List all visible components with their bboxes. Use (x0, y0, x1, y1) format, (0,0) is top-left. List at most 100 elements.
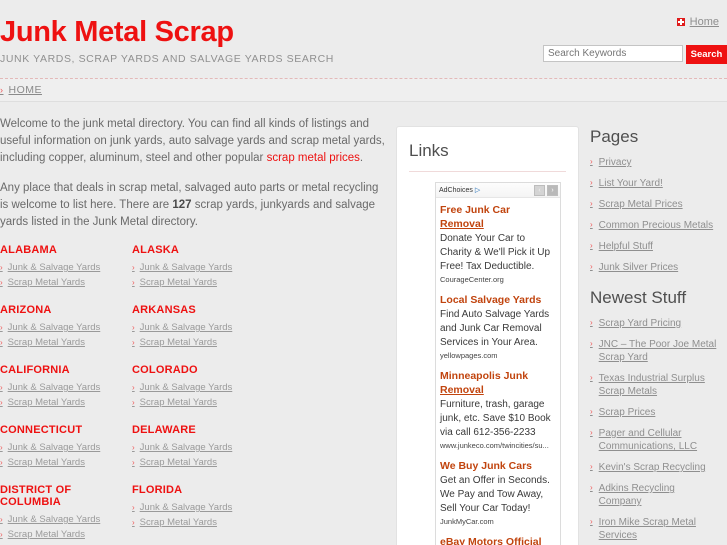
chevron-right-icon: › (590, 318, 593, 327)
intro-paragraph-1: Welcome to the junk metal directory. You… (0, 116, 388, 167)
ad-item[interactable]: eBay Motors Official (436, 530, 560, 545)
chevron-right-icon: › (590, 157, 593, 166)
ad-display-url[interactable]: CourageCenter.org (440, 275, 556, 284)
state-junk-salvage-link[interactable]: › Junk & Salvage Yards (0, 322, 132, 333)
adchoices-label[interactable]: AdChoices ▷ (439, 186, 480, 195)
ad-headline[interactable]: Free Junk Car Removal (440, 203, 556, 231)
chevron-right-icon: › (132, 502, 135, 512)
ad-item[interactable]: Local Salvage Yards Find Auto Salvage Yar… (436, 288, 560, 364)
adchoices-text: AdChoices (439, 186, 473, 194)
ad-headline[interactable]: We Buy Junk Cars (440, 459, 556, 473)
state-link-label: Junk & Salvage Yards (7, 514, 101, 525)
state-block: ARKANSAS › Junk & Salvage Yards › Scrap Meta… (132, 304, 264, 352)
sidebar-newest-link-label: Adkins Recycling Company (598, 483, 675, 507)
chevron-right-icon: › (590, 339, 593, 348)
ad-headline[interactable]: eBay Motors Official (440, 535, 556, 545)
sidebar-page-link[interactable]: › List Your Yard! (590, 177, 718, 190)
sidebar-newest-link[interactable]: › Iron Mike Scrap Metal Services (590, 516, 718, 542)
sidebar-newest-link[interactable]: › JNC – The Poor Joe Metal Scrap Yard (590, 338, 718, 364)
chevron-right-icon: › (132, 457, 135, 467)
chevron-right-icon: › (132, 442, 135, 452)
ad-item[interactable]: We Buy Junk Cars Get an Offer in Seconds.… (436, 454, 560, 530)
state-link-label: Scrap Metal Yards (139, 397, 217, 408)
body-columns: Welcome to the junk metal directory. You… (0, 102, 727, 545)
state-scrap-metal-link[interactable]: › Scrap Metal Yards (132, 337, 264, 348)
state-junk-salvage-link[interactable]: › Junk & Salvage Yards (0, 442, 132, 453)
ad-display-url[interactable]: www.junkeco.com/twincities/su... (440, 441, 556, 450)
ad-item[interactable]: Minneapolis Junk Removal Furniture, trash,… (436, 364, 560, 454)
ad-description: Furniture, trash, garage junk, etc. Save… (440, 399, 551, 438)
listing-count: 127 (172, 199, 192, 211)
sidebar-newest-link[interactable]: › Adkins Recycling Company (590, 482, 718, 508)
state-block: COLORADO › Junk & Salvage Yards › Scrap Meta… (132, 364, 264, 412)
chevron-right-icon: › (132, 337, 135, 347)
ad-headline-line1: Free Junk Car (440, 204, 511, 216)
chevron-right-icon: › (132, 382, 135, 392)
state-name: COLORADO (132, 364, 198, 376)
state-scrap-metal-link[interactable]: › Scrap Metal Yards (0, 529, 132, 540)
state-junk-salvage-link[interactable]: › Junk & Salvage Yards (0, 262, 132, 273)
ad-item[interactable]: Free Junk Car Removal Donate Your Car to C… (436, 198, 560, 288)
state-junk-salvage-link[interactable]: › Junk & Salvage Yards (132, 442, 264, 453)
state-block: ALASKA › Junk & Salvage Yards › Scrap Metal … (132, 244, 264, 292)
sidebar-newest-link[interactable]: › Kevin's Scrap Recycling (590, 461, 718, 474)
page-root: Home Junk Metal Scrap JUNK YARDS, SCRAP … (0, 0, 727, 545)
search-input[interactable] (543, 45, 683, 62)
newest-list: › Scrap Yard Pricing › JNC – The Poor Joe M… (590, 317, 718, 545)
sidebar-page-link[interactable]: › Helpful Stuff (590, 240, 718, 253)
sidebar-newest-link[interactable]: › Pager and Cellular Communications, LLC (590, 427, 718, 453)
state-scrap-metal-link[interactable]: › Scrap Metal Yards (0, 277, 132, 288)
ad-headline-line1: We Buy Junk Cars (440, 460, 533, 472)
state-name: DISTRICT OF COLUMBIA (0, 484, 72, 508)
sidebar-newest-link[interactable]: › Scrap Yard Pricing (590, 317, 718, 330)
sidebar-page-link[interactable]: › Scrap Metal Prices (590, 198, 718, 211)
chevron-right-icon: › (132, 277, 135, 287)
top-home-link[interactable]: Home (676, 16, 719, 28)
state-junk-salvage-link[interactable]: › Junk & Salvage Yards (132, 502, 264, 513)
intro-paragraph-2: Any place that deals in scrap metal, sal… (0, 180, 388, 231)
state-scrap-metal-link[interactable]: › Scrap Metal Yards (0, 397, 132, 408)
chevron-right-icon: › (132, 397, 135, 407)
state-junk-salvage-link[interactable]: › Junk & Salvage Yards (132, 382, 264, 393)
scrap-metal-prices-link[interactable]: scrap metal prices (267, 152, 360, 164)
state-scrap-metal-link[interactable]: › Scrap Metal Yards (132, 397, 264, 408)
ad-headline-line2: Removal (440, 218, 484, 230)
chevron-right-icon: › (0, 85, 4, 95)
ad-headline[interactable]: Local Salvage Yards (440, 293, 556, 307)
nav-item-home[interactable]: › HOME (0, 84, 42, 96)
sidebar-newest-link-label: Pager and Cellular Communications, LLC (598, 428, 698, 452)
sidebar-newest-link-label: Texas Industrial Surplus Scrap Metals (598, 373, 705, 397)
links-panel: Links AdChoices ▷ ‹ › Free Junk Car Remov… (396, 126, 579, 545)
state-scrap-metal-link[interactable]: › Scrap Metal Yards (132, 517, 264, 528)
main-nav: › HOME (0, 78, 727, 102)
state-scrap-metal-link[interactable]: › Scrap Metal Yards (132, 277, 264, 288)
sidebar-page-link-label: Privacy (598, 157, 632, 168)
state-junk-salvage-link[interactable]: › Junk & Salvage Yards (0, 514, 132, 525)
ad-prev-button[interactable]: ‹ (534, 184, 545, 196)
state-scrap-metal-link[interactable]: › Scrap Metal Yards (132, 457, 264, 468)
state-link-label: Scrap Metal Yards (139, 337, 217, 348)
ad-headline[interactable]: Minneapolis Junk Removal (440, 369, 556, 397)
state-scrap-metal-link[interactable]: › Scrap Metal Yards (0, 337, 132, 348)
state-link-label: Junk & Salvage Yards (139, 382, 233, 393)
ad-display-url[interactable]: yellowpages.com (440, 351, 556, 360)
links-panel-title: Links (409, 141, 566, 172)
ad-next-button[interactable]: › (547, 184, 558, 196)
state-block: ARIZONA › Junk & Salvage Yards › Scrap Metal… (0, 304, 132, 352)
state-junk-salvage-link[interactable]: › Junk & Salvage Yards (0, 382, 132, 393)
state-link-label: Junk & Salvage Yards (7, 442, 101, 453)
chevron-right-icon: › (0, 322, 3, 332)
sidebar-page-link[interactable]: › Common Precious Metals (590, 219, 718, 232)
ad-display-url[interactable]: JunkMyCar.com (440, 517, 556, 526)
search-button[interactable]: Search (686, 45, 727, 64)
sidebar-newest-link-label: Scrap Prices (598, 407, 656, 418)
ad-topbar: AdChoices ▷ ‹ › (436, 183, 560, 198)
state-junk-salvage-link[interactable]: › Junk & Salvage Yards (132, 262, 264, 273)
sidebar-page-link[interactable]: › Privacy (590, 156, 718, 169)
state-junk-salvage-link[interactable]: › Junk & Salvage Yards (132, 322, 264, 333)
sidebar-page-link[interactable]: › Junk Silver Prices (590, 261, 718, 274)
chevron-right-icon: › (590, 262, 593, 271)
sidebar-newest-link[interactable]: › Texas Industrial Surplus Scrap Metals (590, 372, 718, 398)
sidebar-newest-link[interactable]: › Scrap Prices (590, 406, 718, 419)
state-scrap-metal-link[interactable]: › Scrap Metal Yards (0, 457, 132, 468)
